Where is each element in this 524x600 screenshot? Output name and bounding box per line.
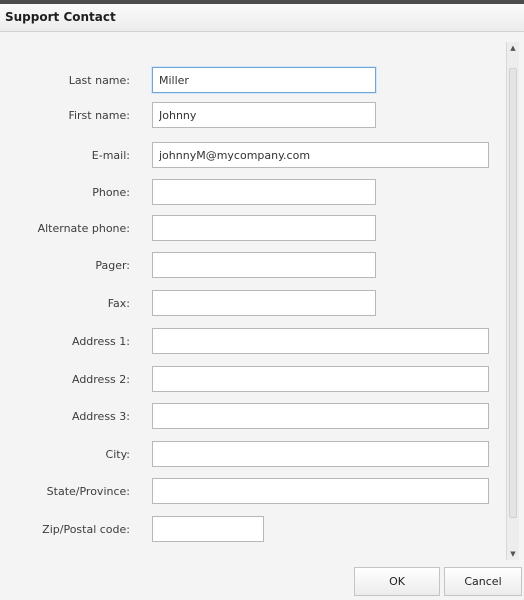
email-row: E-mail: bbox=[0, 142, 505, 168]
email-label: E-mail: bbox=[91, 149, 130, 162]
form-content: Last name: First name: E-mail: Phone: Al… bbox=[0, 32, 505, 562]
city-input[interactable] bbox=[152, 441, 489, 467]
state-province-row: State/Province: bbox=[0, 478, 505, 504]
last-name-label: Last name: bbox=[68, 74, 130, 87]
cancel-button[interactable]: Cancel bbox=[444, 567, 522, 596]
fax-row: Fax: bbox=[0, 290, 505, 316]
fax-label: Fax: bbox=[107, 297, 130, 310]
last-name-row: Last name: bbox=[0, 67, 505, 93]
zip-postal-code-input[interactable] bbox=[152, 516, 264, 542]
state-province-input[interactable] bbox=[152, 478, 489, 504]
scroll-thumb[interactable] bbox=[509, 68, 517, 518]
alternate-phone-input[interactable] bbox=[152, 215, 376, 241]
last-name-input[interactable] bbox=[152, 67, 376, 93]
address-3-label: Address 3: bbox=[71, 410, 130, 423]
ok-button[interactable]: OK bbox=[354, 567, 440, 596]
address-2-label: Address 2: bbox=[71, 373, 130, 386]
scroll-up-icon[interactable]: ▲ bbox=[509, 44, 517, 52]
dialog-title: Support Contact bbox=[5, 10, 116, 24]
city-label: City: bbox=[105, 448, 130, 461]
address-3-input[interactable] bbox=[152, 403, 489, 429]
first-name-row: First name: bbox=[0, 102, 505, 128]
support-contact-dialog: Support Contact Last name: First name: E… bbox=[0, 0, 524, 600]
dialog-titlebar: Support Contact bbox=[0, 4, 524, 32]
phone-label: Phone: bbox=[92, 186, 130, 199]
address-2-input[interactable] bbox=[152, 366, 489, 392]
form-scrollbar[interactable]: ▲ ▼ bbox=[506, 42, 519, 560]
address-1-row: Address 1: bbox=[0, 328, 505, 354]
address-1-input[interactable] bbox=[152, 328, 489, 354]
address-2-row: Address 2: bbox=[0, 366, 505, 392]
pager-input[interactable] bbox=[152, 252, 376, 278]
address-3-row: Address 3: bbox=[0, 403, 505, 429]
state-province-label: State/Province: bbox=[46, 485, 130, 498]
zip-postal-code-label: Zip/Postal code: bbox=[42, 523, 130, 536]
city-row: City: bbox=[0, 441, 505, 467]
pager-label: Pager: bbox=[95, 259, 130, 272]
phone-input[interactable] bbox=[152, 179, 376, 205]
pager-row: Pager: bbox=[0, 252, 505, 278]
fax-input[interactable] bbox=[152, 290, 376, 316]
zip-postal-code-row: Zip/Postal code: bbox=[0, 516, 505, 542]
first-name-input[interactable] bbox=[152, 102, 376, 128]
alternate-phone-label: Alternate phone: bbox=[37, 222, 130, 235]
address-1-label: Address 1: bbox=[71, 335, 130, 348]
email-input[interactable] bbox=[152, 142, 489, 168]
alternate-phone-row: Alternate phone: bbox=[0, 215, 505, 241]
phone-row: Phone: bbox=[0, 179, 505, 205]
first-name-label: First name: bbox=[68, 109, 130, 122]
scroll-down-icon[interactable]: ▼ bbox=[509, 550, 517, 558]
